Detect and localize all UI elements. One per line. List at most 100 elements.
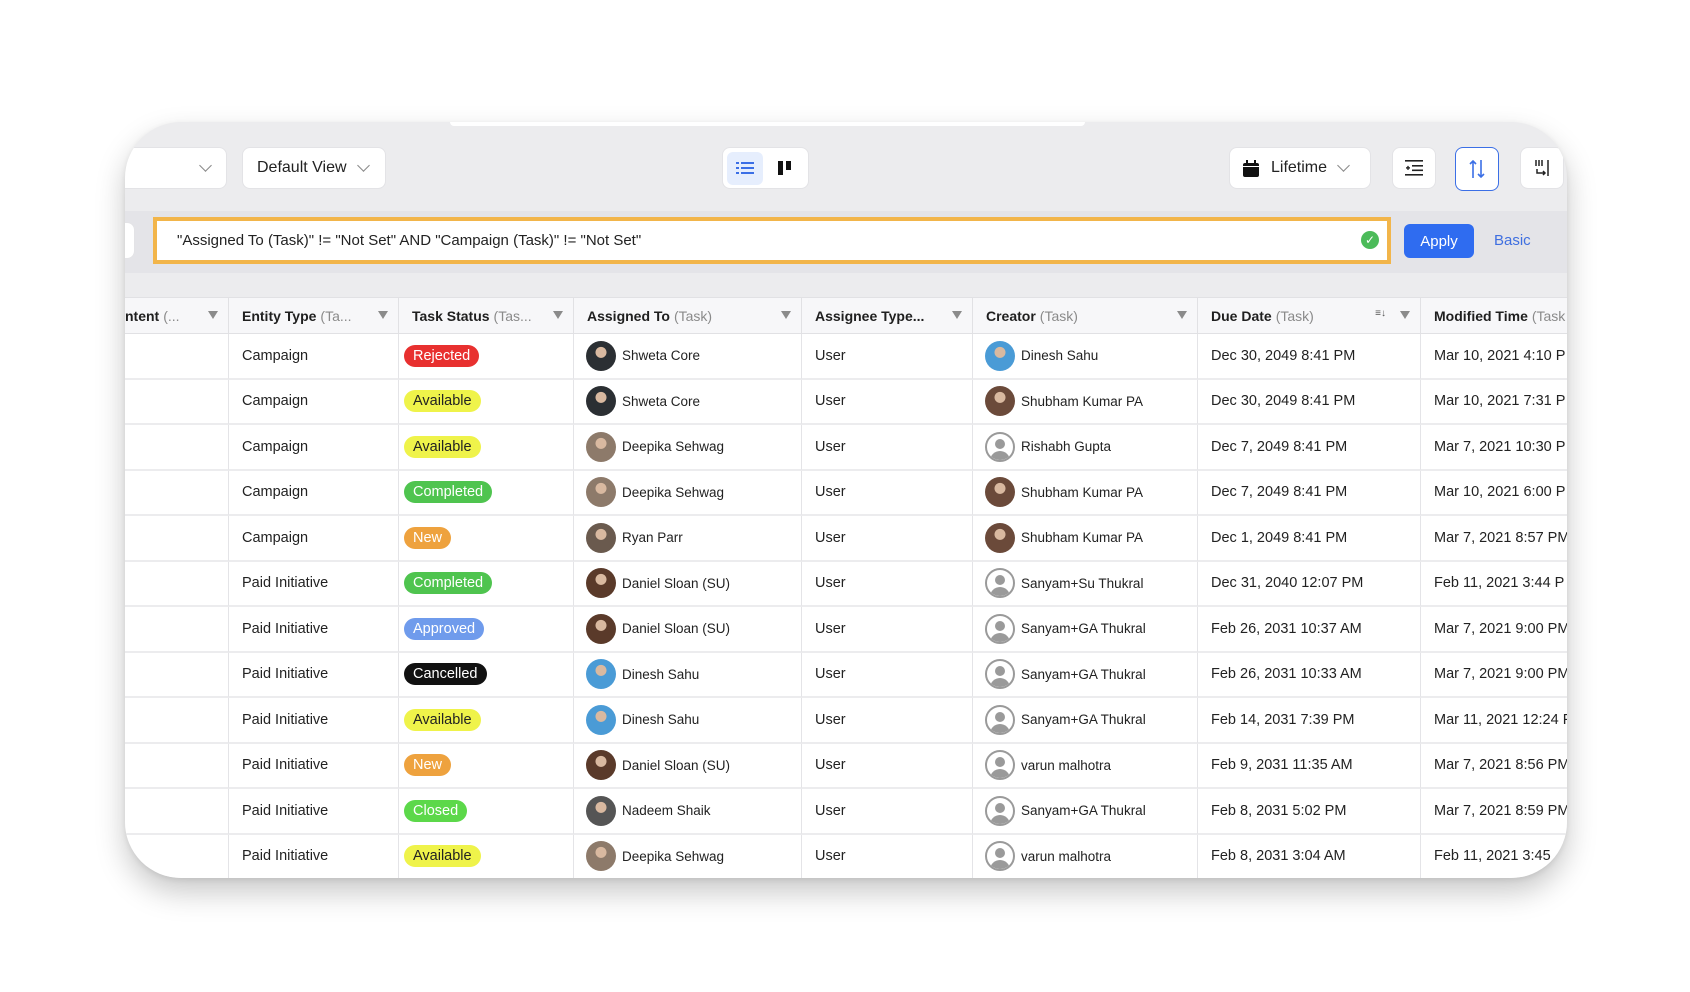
status-badge: Available bbox=[404, 390, 481, 413]
user-name[interactable]: Dinesh Sahu bbox=[1021, 348, 1098, 363]
content-cell bbox=[125, 652, 229, 698]
entity-text: Paid Initiative bbox=[242, 802, 329, 819]
atype-text: User bbox=[815, 393, 846, 410]
due-text: Dec 31, 2040 12:07 PM bbox=[1211, 575, 1364, 592]
user-name[interactable]: Nadeem Shaik bbox=[622, 803, 711, 818]
sort-button[interactable] bbox=[1455, 147, 1499, 191]
user-name[interactable]: Deepika Sehwag bbox=[622, 485, 724, 500]
status-badge: Closed bbox=[404, 799, 468, 822]
user-name[interactable]: Shweta Core bbox=[622, 348, 700, 363]
column-menu-icon[interactable] bbox=[1177, 311, 1187, 319]
atype-text: User bbox=[815, 802, 846, 819]
modified-cell: Mar 7, 2021 9:00 PM bbox=[1421, 653, 1567, 698]
column-menu-icon[interactable] bbox=[1400, 311, 1410, 319]
user-name[interactable]: Sanyam+GA Thukral bbox=[1021, 621, 1146, 636]
user-name[interactable]: Daniel Sloan (SU) bbox=[622, 576, 730, 591]
status-cell: Closed bbox=[399, 789, 574, 835]
user-name[interactable]: Sanyam+Su Thukral bbox=[1021, 576, 1143, 591]
column-sublabel: (... bbox=[163, 307, 180, 324]
view-toggle bbox=[722, 147, 809, 189]
column-header[interactable]: Modified Time (Task bbox=[1421, 297, 1567, 334]
atype-text: User bbox=[815, 757, 846, 774]
atype-cell: User bbox=[802, 652, 973, 698]
avatar bbox=[985, 613, 1015, 644]
user-name[interactable]: Sanyam+GA Thukral bbox=[1021, 712, 1146, 727]
user-name[interactable]: Rishabh Gupta bbox=[1021, 439, 1111, 454]
column-sublabel: (Tas... bbox=[493, 307, 532, 324]
column-header[interactable]: Creator (Task) bbox=[973, 297, 1198, 334]
sort-desc-icon[interactable]: ≡↓ bbox=[1375, 308, 1386, 319]
column-label: Entity Type bbox=[242, 307, 317, 324]
user-name[interactable]: Shubham Kumar PA bbox=[1021, 530, 1143, 545]
column-header[interactable]: Task Status (Tas... bbox=[399, 297, 574, 334]
atype-cell: User bbox=[802, 334, 973, 380]
user-name[interactable]: Deepika Sehwag bbox=[622, 439, 724, 454]
status-cell: New bbox=[399, 743, 574, 789]
creator-cell: Rishabh Gupta bbox=[973, 425, 1198, 471]
date-range-select[interactable]: Lifetime bbox=[1229, 147, 1371, 189]
list-view-button[interactable] bbox=[727, 151, 763, 185]
column-header[interactable]: Due Date (Task) ≡↓ bbox=[1198, 297, 1421, 334]
entity-text: Campaign bbox=[242, 484, 309, 501]
column-label: Modified Time bbox=[1434, 307, 1528, 324]
column-header[interactable]: Entity Type (Ta... bbox=[229, 297, 399, 334]
modified-cell: Mar 7, 2021 8:56 PM bbox=[1421, 744, 1567, 789]
indent-button[interactable] bbox=[1392, 147, 1436, 189]
field-select[interactable] bbox=[125, 222, 135, 259]
user-name[interactable]: Sanyam+GA Thukral bbox=[1021, 667, 1146, 682]
column-header[interactable]: Assigned To (Task) bbox=[574, 297, 802, 334]
status-cell: Completed bbox=[399, 470, 574, 516]
column-menu-icon[interactable] bbox=[952, 311, 962, 319]
user-name[interactable]: Shubham Kumar PA bbox=[1021, 394, 1143, 409]
basic-mode-link[interactable]: Basic bbox=[1494, 232, 1531, 249]
user-name[interactable]: Daniel Sloan (SU) bbox=[622, 758, 730, 773]
due-cell: Feb 8, 2031 3:04 AM bbox=[1198, 834, 1421, 878]
modified-cell: Mar 11, 2021 12:24 P bbox=[1421, 698, 1567, 744]
creator-cell: Shubham Kumar PA bbox=[973, 379, 1198, 425]
modified-cell: Mar 7, 2021 10:30 P bbox=[1421, 425, 1567, 471]
view-select[interactable]: Default View bbox=[242, 147, 386, 189]
atype-cell: User bbox=[802, 561, 973, 607]
board-view-button[interactable] bbox=[767, 152, 803, 185]
user-name[interactable]: Dinesh Sahu bbox=[622, 667, 699, 682]
creator-cell: Sanyam+Su Thukral bbox=[973, 561, 1198, 607]
column-header[interactable]: Assignee Type... bbox=[802, 297, 973, 334]
avatar bbox=[586, 750, 616, 781]
user-name[interactable]: varun malhotra bbox=[1021, 758, 1111, 773]
task-list-panel: Default View Lifetime "Assigned To (Task… bbox=[125, 122, 1567, 878]
user-name[interactable]: Dinesh Sahu bbox=[622, 712, 699, 727]
status-badge: Available bbox=[404, 435, 481, 458]
column-header[interactable]: ntent (... bbox=[125, 297, 229, 334]
entity-cell: Paid Initiative bbox=[229, 834, 399, 878]
entity-text: Campaign bbox=[242, 438, 309, 455]
apply-button[interactable]: Apply bbox=[1404, 224, 1474, 258]
due-cell: Feb 26, 2031 10:37 AM bbox=[1198, 607, 1421, 653]
status-cell: Completed bbox=[399, 561, 574, 607]
status-badge: Available bbox=[404, 708, 481, 731]
column-menu-icon[interactable] bbox=[378, 311, 388, 319]
column-settings-button[interactable] bbox=[1520, 147, 1564, 189]
user-name[interactable]: Deepika Sehwag bbox=[622, 849, 724, 864]
status-cell: Cancelled bbox=[399, 652, 574, 698]
status-cell: Approved bbox=[399, 607, 574, 653]
due-text: Feb 14, 2031 7:39 PM bbox=[1211, 711, 1355, 728]
column-menu-icon[interactable] bbox=[781, 311, 791, 319]
column-menu-icon[interactable] bbox=[553, 311, 563, 319]
query-input[interactable]: "Assigned To (Task)" != "Not Set" AND "C… bbox=[153, 217, 1391, 264]
status-badge: Available bbox=[404, 845, 481, 868]
avatar bbox=[586, 795, 616, 826]
filter-dropdown[interactable] bbox=[125, 147, 227, 189]
user-name[interactable]: Sanyam+GA Thukral bbox=[1021, 803, 1146, 818]
column-menu-icon[interactable] bbox=[208, 311, 218, 319]
status-badge: Approved bbox=[404, 617, 485, 640]
due-text: Dec 1, 2049 8:41 PM bbox=[1211, 529, 1348, 546]
user-name[interactable]: Daniel Sloan (SU) bbox=[622, 621, 730, 636]
user-name[interactable]: Shubham Kumar PA bbox=[1021, 485, 1143, 500]
user-name[interactable]: Shweta Core bbox=[622, 394, 700, 409]
entity-text: Paid Initiative bbox=[242, 575, 329, 592]
modified-cell: Mar 7, 2021 9:00 PM bbox=[1421, 607, 1567, 653]
user-name[interactable]: varun malhotra bbox=[1021, 849, 1111, 864]
column-label: Due Date bbox=[1211, 307, 1272, 324]
user-name[interactable]: Ryan Parr bbox=[622, 530, 683, 545]
content-cell bbox=[125, 425, 229, 471]
